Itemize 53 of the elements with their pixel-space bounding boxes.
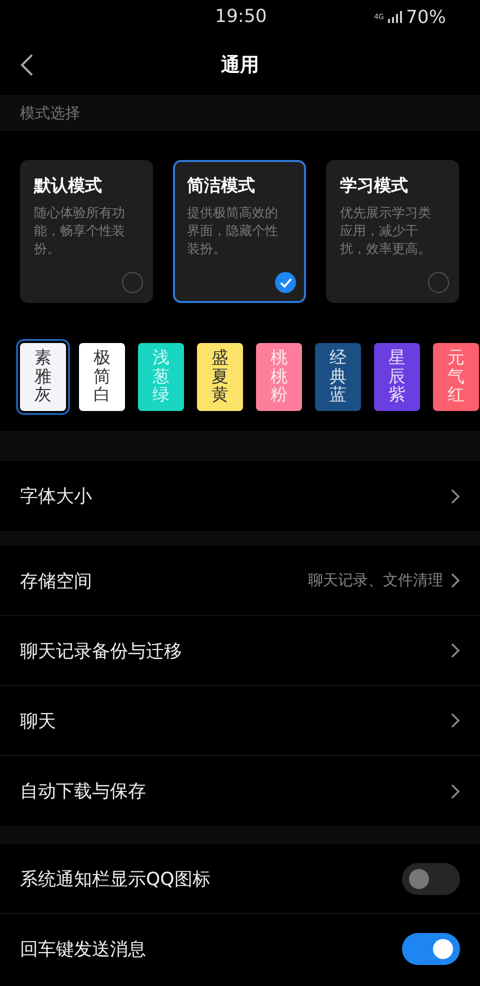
row-label: 回车键发送消息 (20, 938, 146, 961)
mode-description: 提供极简高效的界面，隐藏个性装扮。 (187, 205, 279, 259)
settings-row[interactable]: 聊天记录备份与迁移 (0, 616, 480, 686)
settings-row[interactable]: 回车键发送消息 (0, 914, 480, 984)
mode-description: 优先展示学习类应用，减少干扰，效率更高。 (340, 205, 432, 259)
theme-label: 浅葱绿 (152, 348, 170, 406)
toggle-switch[interactable] (402, 933, 460, 965)
battery-level: 70% (406, 6, 446, 28)
back-icon[interactable] (20, 53, 34, 77)
settings-row[interactable]: 自动下载与保存 (0, 756, 480, 826)
settings-row[interactable]: 聊天 (0, 686, 480, 756)
settings-row[interactable]: 系统通知栏显示QQ图标 (0, 844, 480, 914)
theme-label: 极简白 (94, 348, 110, 406)
row-label: 自动下载与保存 (20, 780, 146, 803)
row-label: 存储空间 (20, 570, 92, 592)
theme-label: 素雅灰 (34, 348, 52, 406)
chevron-right-icon (451, 713, 460, 728)
mode-description: 随心体验所有功能，畅享个性装扮。 (34, 205, 126, 259)
radio-icon[interactable] (122, 272, 143, 293)
chevron-right-icon (451, 643, 460, 658)
chevron-right-icon (451, 784, 460, 798)
check-icon[interactable] (275, 272, 296, 293)
toggle-switch[interactable] (402, 862, 460, 894)
chevron-right-icon (451, 573, 460, 588)
mode-card[interactable]: 学习模式 优先展示学习类应用，减少干扰，效率更高。 (326, 160, 459, 303)
theme-swatch[interactable]: 星辰紫 (374, 343, 420, 411)
row-label: 字体大小 (20, 485, 92, 508)
theme-label: 经典蓝 (330, 348, 346, 406)
section-label: 模式选择 (20, 104, 80, 122)
mode-title: 学习模式 (340, 175, 409, 197)
settings-row[interactable]: 字体大小 (0, 461, 480, 531)
status-time: 19:50 (215, 6, 267, 27)
theme-swatch[interactable]: 盛夏黄 (197, 343, 243, 411)
row-value: 聊天记录、文件清理 (308, 571, 443, 590)
radio-icon[interactable] (428, 272, 449, 293)
signal-icon (388, 11, 402, 23)
theme-label: 星辰紫 (388, 348, 406, 406)
theme-label: 元气红 (448, 348, 464, 406)
settings-row[interactable]: 存储空间 聊天记录、文件清理 (0, 546, 480, 616)
theme-label: 桃桃粉 (270, 348, 288, 406)
mode-card[interactable]: 默认模式 随心体验所有功能，畅享个性装扮。 (20, 160, 153, 303)
mode-title: 默认模式 (34, 175, 103, 197)
row-label: 聊天 (20, 710, 56, 732)
theme-label: 盛夏黄 (212, 348, 228, 406)
theme-swatch[interactable]: 经典蓝 (315, 343, 361, 411)
page-title: 通用 (221, 52, 259, 78)
mode-card[interactable]: 简洁模式 提供极简高效的界面，隐藏个性装扮。 (173, 160, 306, 303)
row-label: 系统通知栏显示QQ图标 (20, 868, 210, 890)
chevron-right-icon (451, 488, 460, 504)
theme-swatch[interactable]: 极简白 (79, 343, 125, 411)
row-label: 聊天记录备份与迁移 (20, 640, 182, 662)
theme-swatch[interactable]: 素雅灰 (20, 343, 66, 411)
mode-title: 简洁模式 (187, 175, 256, 197)
